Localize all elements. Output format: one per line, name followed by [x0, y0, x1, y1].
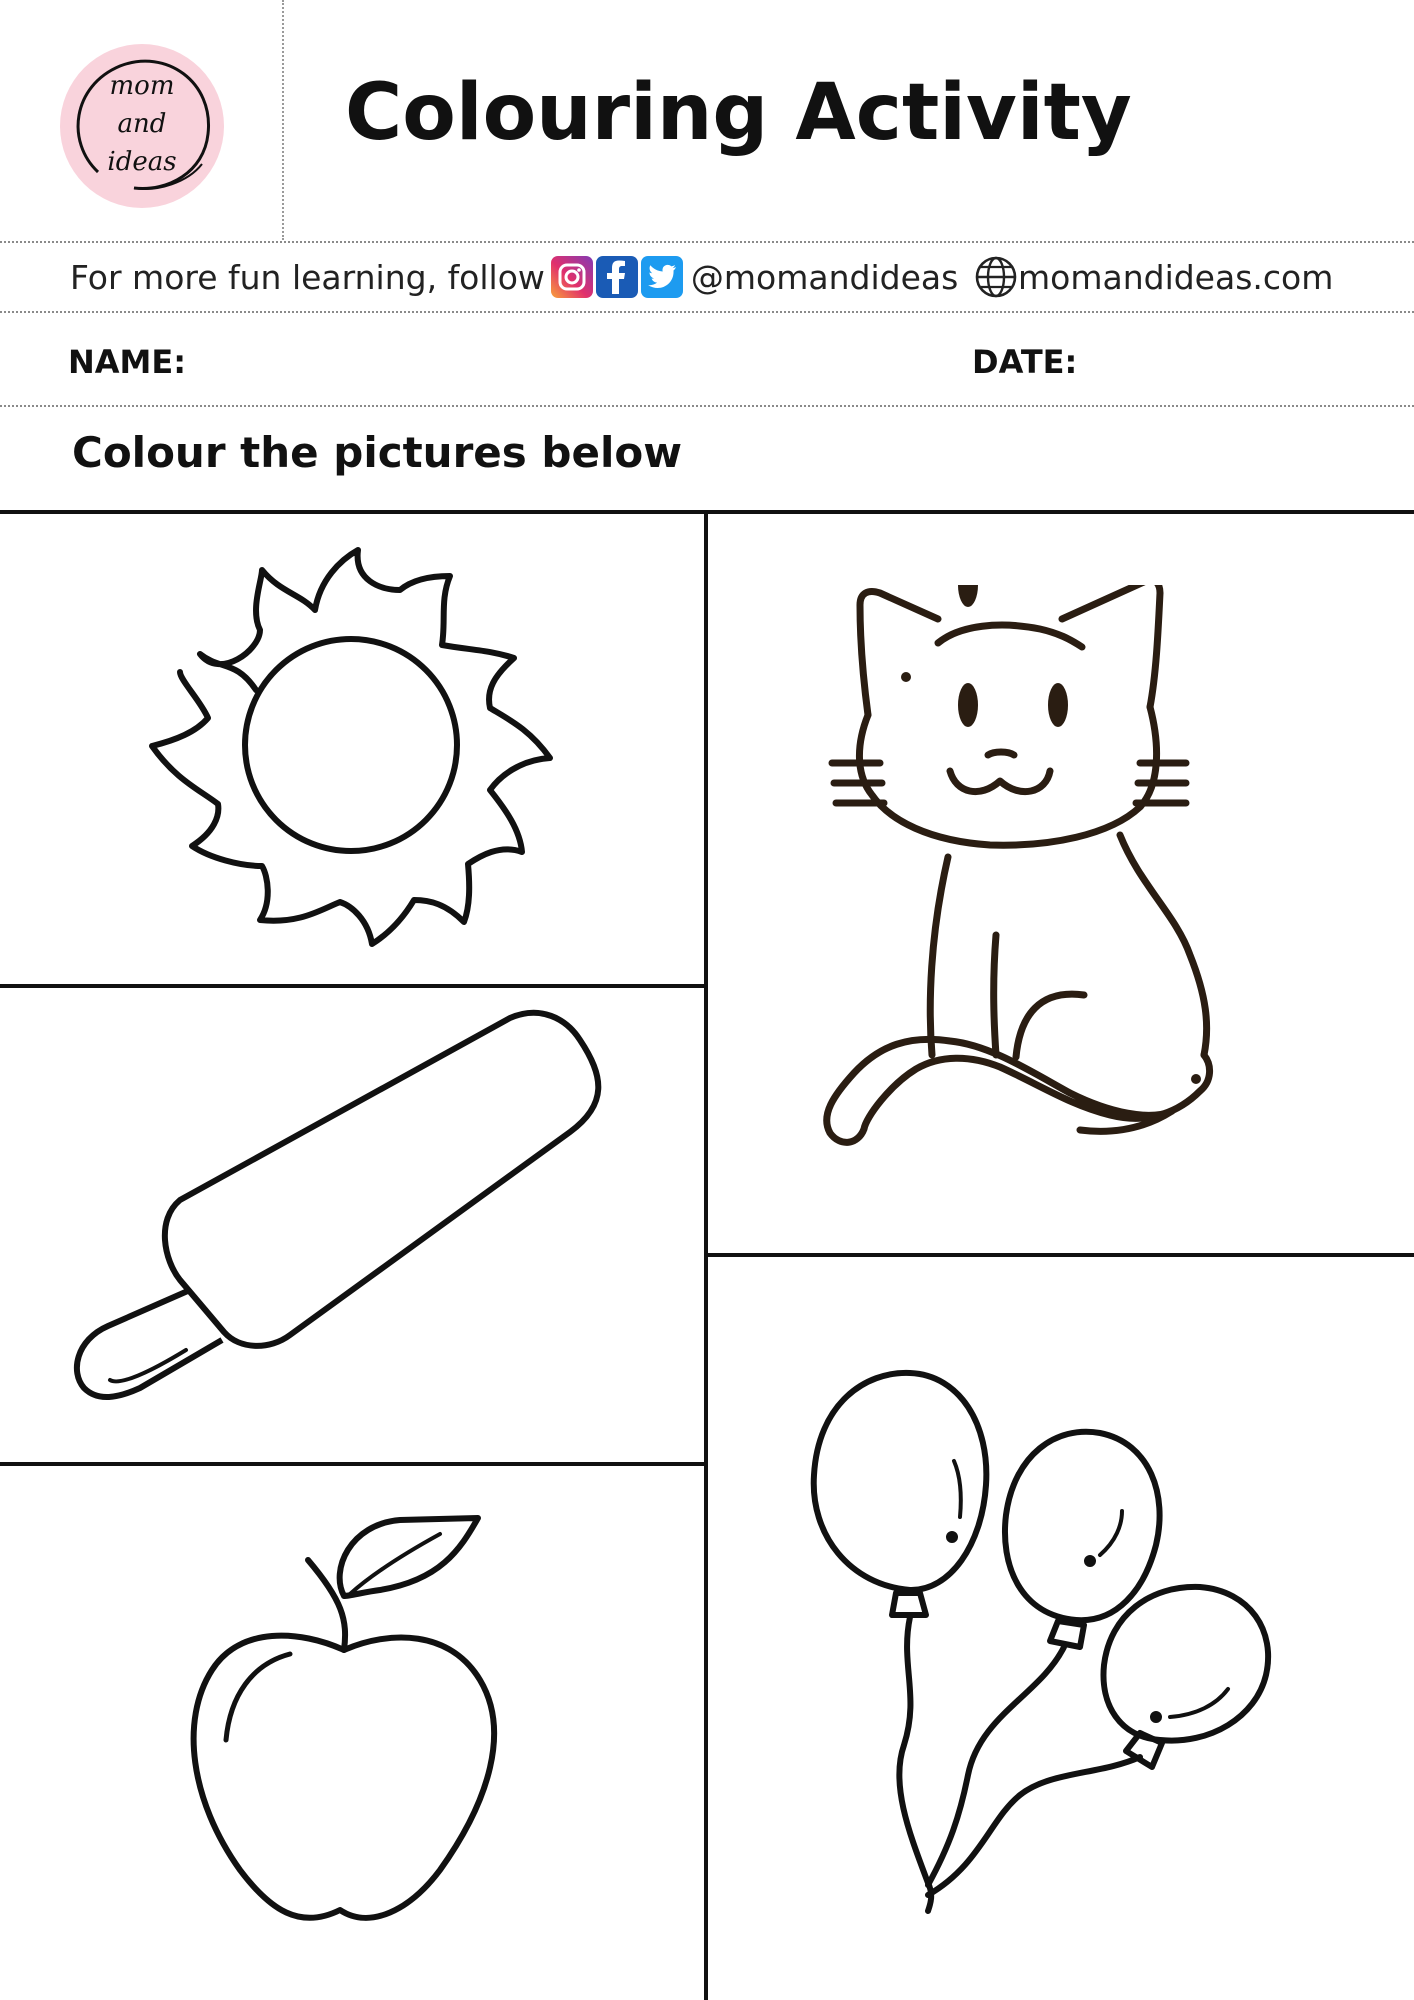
header-vertical-divider — [282, 0, 284, 240]
name-row-divider — [0, 405, 1414, 407]
left-divider-1 — [0, 984, 704, 988]
instruction-heading: Colour the pictures below — [72, 428, 683, 477]
follow-text: For more fun learning, follow — [70, 257, 545, 297]
ice-lolly-picture[interactable] — [60, 1000, 620, 1420]
globe-icon — [975, 256, 1017, 298]
logo-text-ideas: ideas — [107, 147, 176, 177]
name-label: NAME: — [68, 343, 187, 381]
website-row[interactable]: momandideas.com — [974, 252, 1333, 302]
left-divider-2 — [0, 1462, 704, 1466]
balloons-picture[interactable] — [800, 1365, 1360, 1925]
instagram-icon[interactable] — [550, 256, 593, 298]
follow-row-divider — [0, 311, 1414, 313]
website-link[interactable]: momandideas.com — [1018, 258, 1333, 297]
apple-picture[interactable] — [180, 1500, 520, 1940]
cat-picture[interactable] — [820, 585, 1240, 1205]
logo-text-mom: mom — [110, 71, 175, 101]
brand-logo: mom and ideas — [58, 42, 226, 210]
header-divider — [0, 241, 1414, 243]
logo-text-and: and — [118, 109, 167, 139]
page-title: Colouring Activity — [345, 68, 1132, 158]
date-label: DATE: — [972, 343, 1078, 381]
logo-badge: mom and ideas — [60, 44, 224, 208]
social-handle[interactable]: @momandideas — [691, 258, 958, 297]
twitter-icon[interactable] — [640, 256, 683, 298]
facebook-icon[interactable] — [595, 256, 638, 298]
follow-row: For more fun learning, follow @momandide… — [70, 252, 958, 302]
sun-picture[interactable] — [140, 540, 560, 960]
right-divider — [708, 1253, 1414, 1257]
